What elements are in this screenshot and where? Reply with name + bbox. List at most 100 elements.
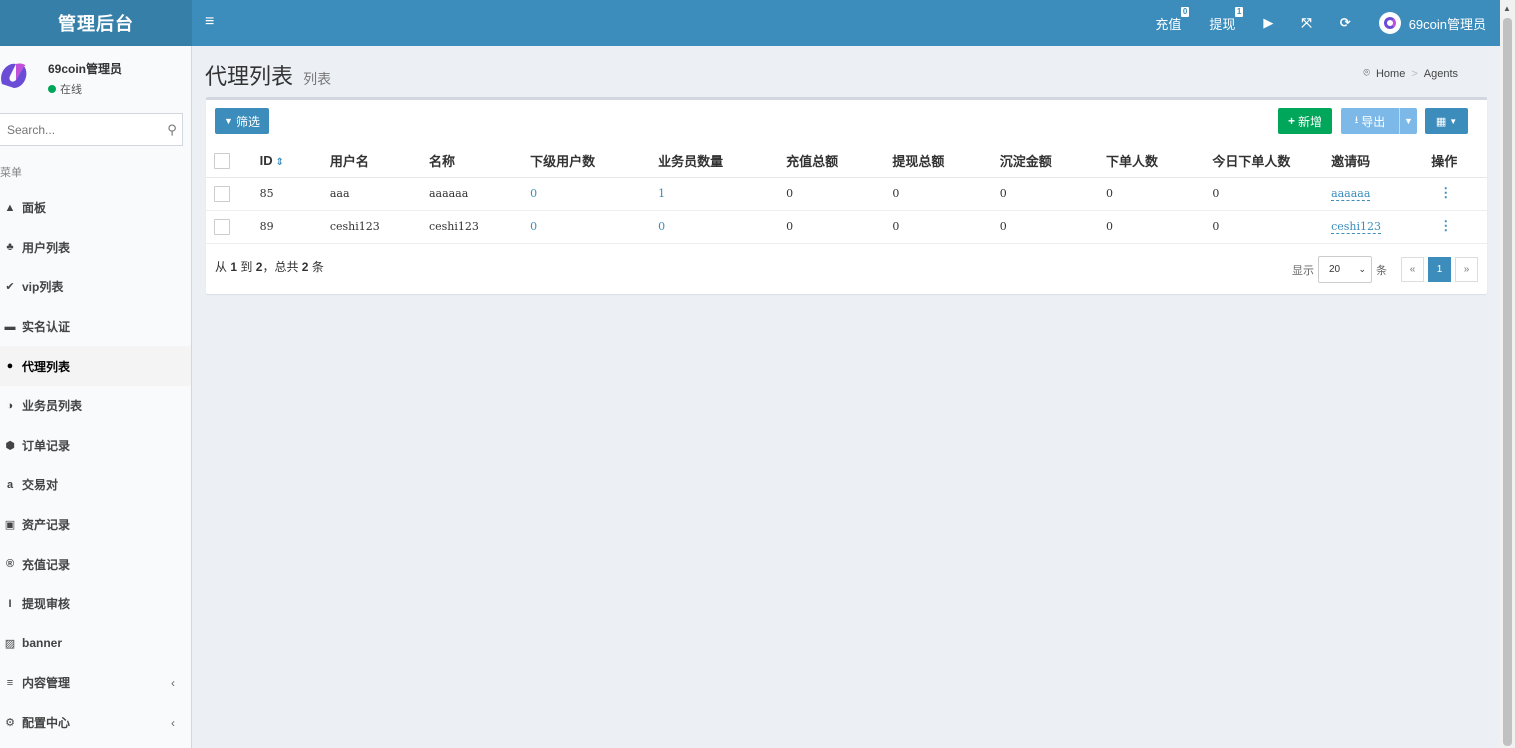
cell-value: 0 <box>892 187 900 200</box>
main-content: 代理列表 列表 ⌾ Home > Agents ▼ 筛选 + 新增 ⭳ 导出 ▼… <box>193 46 1500 748</box>
sidebar-item[interactable]: ⬢ 订单记录 <box>0 426 191 466</box>
sidebar-item-label: 充值记录 <box>22 557 71 572</box>
column-header: 操作 <box>1431 144 1487 178</box>
cell-name: ceshi123 <box>428 210 531 244</box>
sidebar-item[interactable]: a 交易对 <box>0 465 191 505</box>
add-button[interactable]: + 新增 <box>1278 108 1332 134</box>
sidebar-item[interactable]: I 提现审核 <box>0 584 191 624</box>
cell-actions: ⋮ <box>1431 177 1487 211</box>
sidebar-item[interactable]: ● 代理列表 <box>0 346 191 386</box>
more-actions-icon[interactable]: ⋮ <box>1439 186 1452 201</box>
refresh-icon[interactable]: ⟳ <box>1340 15 1351 31</box>
breadcrumb-current: Agents <box>1423 67 1458 80</box>
column-header-label: 充值总额 <box>786 153 839 169</box>
sidebar-toggle-icon[interactable]: ≡ <box>205 13 214 31</box>
breadcrumb-home[interactable]: Home <box>1376 68 1405 80</box>
sort-icon[interactable]: ⇕ <box>273 157 283 168</box>
scroll-up-icon[interactable]: ▲ <box>1503 4 1511 13</box>
export-label: 导出 <box>1361 114 1386 129</box>
sidebar-item-label: 业务员列表 <box>22 399 83 414</box>
column-header-label: 操作 <box>1431 153 1458 169</box>
withdraw-notification[interactable]: 提现 1 <box>1209 6 1244 33</box>
column-header: 业务员数量 <box>658 144 787 178</box>
sidebar-item-label: 资产记录 <box>22 518 71 533</box>
sidebar-item-label: 交易对 <box>22 478 59 493</box>
play-icon[interactable]: ▶ <box>1263 15 1273 31</box>
app-logo[interactable]: 管理后台 <box>0 0 192 46</box>
scroll-thumb[interactable] <box>1503 18 1512 746</box>
registered-icon: ® <box>5 558 15 571</box>
cell-value[interactable]: 1 <box>658 187 665 200</box>
sidebar-item[interactable]: ▲ 面板 <box>0 188 191 228</box>
cell-actions: ⋮ <box>1431 210 1487 244</box>
sidebar-item[interactable]: ✔ vip列表 <box>0 267 191 307</box>
sidebar-avatar <box>0 54 34 94</box>
search-input[interactable] <box>7 122 162 137</box>
cell-value[interactable]: 0 <box>530 187 537 200</box>
cell-value: 0 <box>786 187 794 200</box>
row-checkbox[interactable] <box>214 185 230 202</box>
column-header[interactable]: ID ⇕ <box>259 144 330 178</box>
cell-today-order-users: 0 <box>1212 210 1332 244</box>
caret-circle-up-icon: ● <box>6 360 14 373</box>
column-header-label: 邀请码 <box>1331 153 1371 169</box>
withdraw-label: 提现 <box>1209 16 1236 32</box>
summary-total: 2 <box>301 260 309 274</box>
chevron-left-icon: ‹ <box>171 715 175 730</box>
cell-value: ceshi123 <box>428 220 479 233</box>
export-button[interactable]: ⭳ 导出 <box>1341 108 1399 134</box>
cell-value[interactable]: 0 <box>530 220 537 233</box>
cell-value[interactable]: aaaaaa <box>1331 187 1371 201</box>
cell-order-users: 0 <box>1106 177 1213 211</box>
user-menu[interactable]: 69coin管理员 <box>1378 12 1486 34</box>
sidebar-username: 69coin管理员 <box>48 62 123 76</box>
fullscreen-icon[interactable]: ⤧ <box>1301 15 1311 31</box>
sidebar-item[interactable]: ♣ 用户列表 <box>0 228 191 268</box>
sidebar-item[interactable]: ® 充值记录 <box>0 544 191 584</box>
table-row: 89 ceshi123 ceshi123 0 0 0 0 0 0 0 ceshi123 ⋮ <box>206 210 1487 244</box>
sidebar-item[interactable]: ▨ banner <box>0 624 191 664</box>
top-nav: 充值 0 提现 1 ▶ ⤧ ⟳ 69coin管理员 <box>1155 0 1486 46</box>
cell-invite-code: aaaaaa <box>1331 177 1432 211</box>
cell-value: 85 <box>259 187 274 200</box>
select-all-checkbox[interactable] <box>214 152 230 169</box>
more-actions-icon[interactable]: ⋮ <box>1439 219 1452 234</box>
sidebar-item[interactable]: ▣ 资产记录 <box>0 505 191 545</box>
sidebar-item[interactable]: ⚙ 配置中心 ‹ <box>0 703 191 743</box>
filter-icon: ▼ <box>224 116 233 126</box>
recharge-notification[interactable]: 充值 0 <box>1155 6 1190 33</box>
chevron-down-icon: ⌄ <box>1358 264 1366 274</box>
cell-value[interactable]: ceshi123 <box>1331 220 1381 234</box>
sidebar-search: ⚲ <box>0 113 183 146</box>
sidebar-item[interactable]: ≡ 内容管理 ‹ <box>0 663 191 703</box>
breadcrumb: ⌾ Home > Agents <box>1363 67 1458 80</box>
next-page-button[interactable]: » <box>1455 257 1478 282</box>
export-dropdown-caret-icon[interactable]: ▼ <box>1399 108 1417 134</box>
cell-salesmen: 0 <box>658 210 787 244</box>
page-scrollbar[interactable]: ▲ <box>1500 0 1515 748</box>
export-button-group: ⭳ 导出 ▼ <box>1341 108 1417 134</box>
filter-button[interactable]: ▼ 筛选 <box>215 108 269 134</box>
breadcrumb-separator: > <box>1411 67 1418 80</box>
cell-withdraw-total: 0 <box>892 177 1000 211</box>
prev-page-button[interactable]: « <box>1401 257 1424 282</box>
search-icon[interactable]: ⚲ <box>162 122 182 138</box>
row-checkbox[interactable] <box>214 218 230 235</box>
cell-username: ceshi123 <box>329 210 429 244</box>
sidebar-menu: ▲ 面板 ♣ 用户列表 ✔ vip列表 ▬ 实名认证 ● 代理列表 ◑ 业务员列表 ⬢ 订单记录 a 交易对 ▣… <box>0 188 191 742</box>
cube-icon: ⬢ <box>5 439 15 452</box>
column-header: 名称 <box>428 144 531 178</box>
sidebar-item[interactable]: ◑ 业务员列表 <box>0 386 191 426</box>
page-size-select[interactable]: 20 ⌄ <box>1318 256 1372 283</box>
sidebar-item-label: 配置中心 <box>22 716 71 731</box>
summary-to-word: 到 <box>240 260 253 274</box>
sidebar-item-label: banner <box>22 636 63 651</box>
list-icon: ≡ <box>6 676 14 689</box>
sidebar-item-label: 订单记录 <box>22 438 71 453</box>
cell-value[interactable]: 0 <box>658 220 665 233</box>
sidebar-item[interactable]: ▬ 实名认证 <box>0 307 191 347</box>
page-title: 代理列表 列表 <box>205 59 331 91</box>
amazon-icon: a <box>6 478 14 491</box>
page-1-button[interactable]: 1 <box>1428 257 1451 282</box>
columns-toggle-button[interactable]: ▦ ▼ <box>1425 108 1468 134</box>
